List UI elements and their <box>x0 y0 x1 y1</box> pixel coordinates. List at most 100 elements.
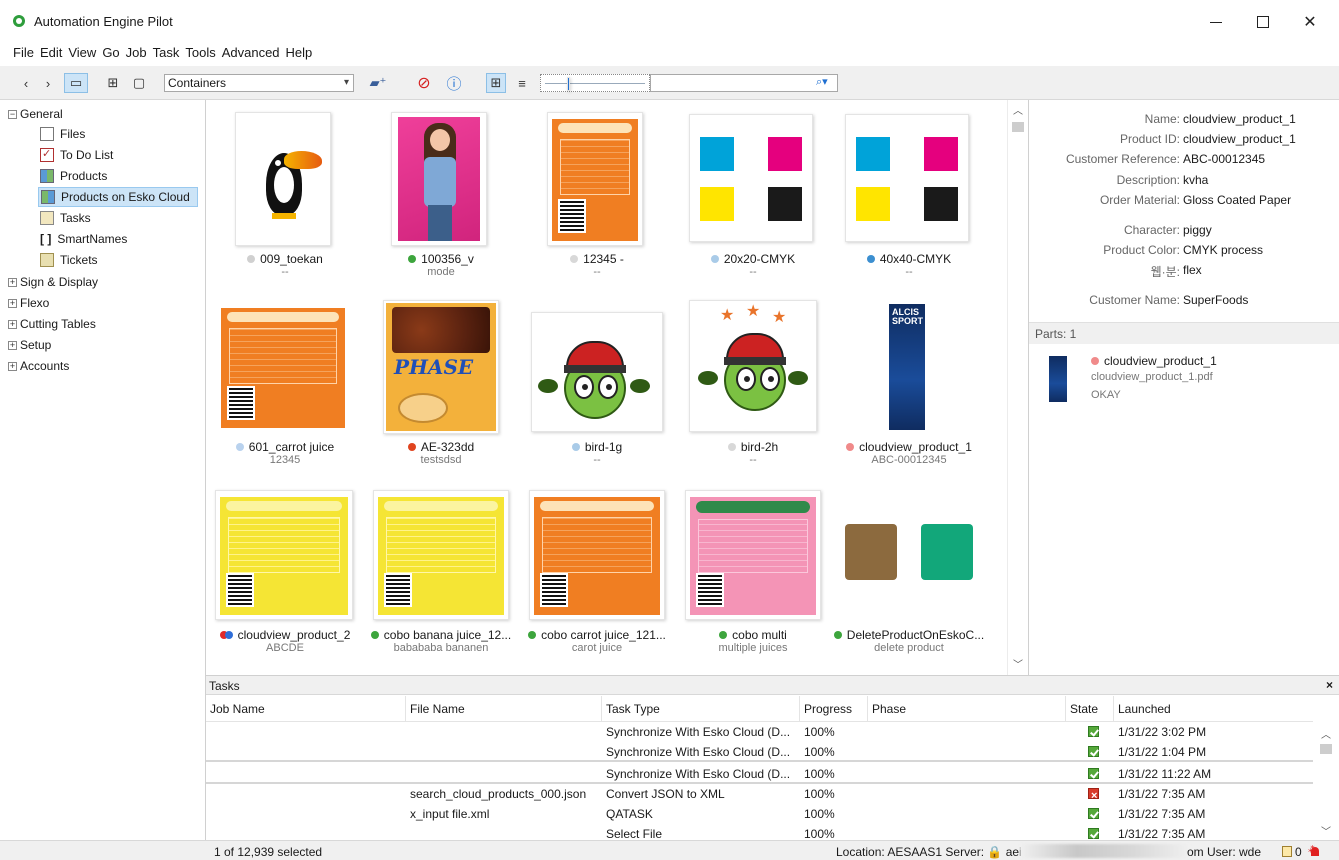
tasks-icon <box>40 211 54 225</box>
table-row[interactable]: Synchronize With Esko Cloud (D... 100% 1… <box>206 764 1313 784</box>
add-container-button[interactable]: ▰⁺ <box>364 73 392 93</box>
menu-advanced[interactable]: Advanced <box>219 44 283 64</box>
back-button[interactable]: ‹ <box>18 73 34 93</box>
cell-file-name <box>406 764 602 784</box>
column-header-phase[interactable]: Phase <box>868 696 1066 722</box>
product-card[interactable]: 100356_v mode <box>363 100 519 290</box>
table-row[interactable]: Synchronize With Esko Cloud (D... 100% 1… <box>206 742 1313 762</box>
table-row[interactable]: search_cloud_products_000.json Convert J… <box>206 784 1313 804</box>
list-view-button[interactable]: ≡ <box>512 73 532 93</box>
product-card[interactable]: PHASE AE-323dd testsdsd <box>363 288 519 478</box>
expand-icon[interactable]: + <box>8 319 17 329</box>
todo-count[interactable]: 0 <box>1282 845 1302 859</box>
cell-file-name: x_input file.xml <box>410 807 490 821</box>
scrollbar-thumb[interactable] <box>1012 122 1024 132</box>
status-dot <box>866 255 875 263</box>
close-button[interactable]: ✕ <box>1290 8 1330 36</box>
part-status: OKAY <box>1091 389 1121 401</box>
product-card[interactable]: cloudview_product_2 ABCDE <box>207 476 363 666</box>
product-card[interactable]: 009_toekan -- <box>207 100 363 290</box>
column-header-file-name[interactable]: File Name <box>406 696 602 722</box>
collapse-icon[interactable]: − <box>8 109 17 119</box>
table-row[interactable]: Select File 100% 1/31/22 7:35 AM <box>206 824 1313 840</box>
state-success-icon <box>1088 828 1099 839</box>
tree-node-tasks[interactable]: Tasks <box>40 208 91 228</box>
expand-icon[interactable]: + <box>8 277 17 287</box>
alarm-icon[interactable]: ⁂ <box>1308 844 1322 858</box>
product-card[interactable]: cobo carrot juice_121... carot juice <box>519 476 675 666</box>
expand-icon[interactable]: + <box>8 340 17 350</box>
menu-task[interactable]: Task <box>150 44 183 64</box>
tree-node-flexo[interactable]: + Flexo <box>8 293 49 313</box>
close-tasks-icon[interactable]: × <box>1326 678 1333 692</box>
grid-view-button[interactable]: ⊞ <box>486 73 506 93</box>
tree-node-setup[interactable]: + Setup <box>8 335 51 355</box>
product-card[interactable]: cobo multi multiple juices <box>675 476 831 666</box>
column-header-task-type[interactable]: Task Type <box>602 696 800 722</box>
tree-node-label: Products <box>60 169 108 183</box>
tree-node-products[interactable]: Products <box>40 166 107 186</box>
menu-view[interactable]: View <box>65 44 99 64</box>
panel-layout-button[interactable]: ▭ <box>64 73 88 93</box>
property-value: CMYK process <box>1183 243 1264 257</box>
slider-thumb[interactable] <box>567 77 570 91</box>
property-row: Customer Name: SuperFoods <box>1029 293 1339 311</box>
tasks-scrollbar[interactable]: ︿ ﹀ <box>1313 722 1339 840</box>
part-name[interactable]: cloudview_product_1 <box>1091 354 1217 368</box>
menu-go[interactable]: Go <box>99 44 122 64</box>
tree-node-tickets[interactable]: Tickets <box>40 250 98 270</box>
expand-icon[interactable]: + <box>8 361 17 371</box>
menu-edit[interactable]: Edit <box>37 44 65 64</box>
tree-node-general[interactable]: − General <box>8 104 63 124</box>
part-thumbnail[interactable] <box>1049 356 1067 402</box>
column-header-state[interactable]: State <box>1066 696 1114 722</box>
menu-file[interactable]: File <box>10 44 37 64</box>
tree-node-products-esko-cloud[interactable]: Products on Esko Cloud <box>38 187 198 207</box>
product-card[interactable]: bird-1g -- <box>519 288 675 478</box>
ticket-icon <box>40 253 54 267</box>
chevron-up-icon[interactable]: ︿ <box>1013 102 1023 117</box>
tree-node-accounts[interactable]: + Accounts <box>8 356 69 376</box>
status-dot <box>407 443 416 451</box>
column-header-progress[interactable]: Progress <box>800 696 868 722</box>
stop-button[interactable]: ⊘ <box>414 73 434 93</box>
thumbnail-size-slider[interactable] <box>540 74 650 92</box>
tree-node-cutting-tables[interactable]: + Cutting Tables <box>8 314 96 334</box>
chevron-up-icon[interactable]: ︿ <box>1321 726 1331 741</box>
product-card[interactable]: 40x40-CMYK -- <box>831 100 987 290</box>
forward-button[interactable]: › <box>40 73 56 93</box>
product-card[interactable]: DeleteProductOnEskoC... delete product <box>831 476 987 666</box>
product-card[interactable]: 601_carrot juice 12345 <box>207 288 363 478</box>
product-card[interactable]: cobo banana juice_12... babababa bananen <box>363 476 519 666</box>
search-icon[interactable]: ⌕▾ <box>816 75 828 89</box>
chevron-down-icon[interactable]: ﹀ <box>1013 656 1023 671</box>
menu-help[interactable]: Help <box>283 44 316 64</box>
tree-node-todo[interactable]: To Do List <box>40 145 113 165</box>
column-header-job-name[interactable]: Job Name <box>206 696 406 722</box>
cloud-products-icon <box>41 190 55 204</box>
tiles-layout-button[interactable]: ⊞ <box>102 73 124 93</box>
table-row[interactable]: x_input file.xml QATASK 100% 1/31/22 7:3… <box>206 804 1313 824</box>
product-card[interactable]: ★ ★ ★ bird-2h -- <box>675 288 831 478</box>
container-select[interactable]: Containers ▾ <box>164 74 354 92</box>
table-row[interactable]: Synchronize With Esko Cloud (D... 100% 1… <box>206 722 1313 742</box>
minimize-button[interactable] <box>1196 8 1236 36</box>
maximize-button[interactable] <box>1243 8 1283 36</box>
chevron-down-icon[interactable]: ﹀ <box>1321 823 1331 838</box>
column-header-launched[interactable]: Launched <box>1114 696 1313 722</box>
search-input[interactable] <box>650 74 838 92</box>
menu-job[interactable]: Job <box>123 44 150 64</box>
preview-layout-button[interactable]: ▢ <box>128 73 150 93</box>
product-card[interactable]: 12345 - -- <box>519 100 675 290</box>
info-button[interactable]: ⓘ <box>444 73 464 93</box>
menu-tools[interactable]: Tools <box>182 44 218 64</box>
toolbar: ‹ › ▭ ⊞ ▢ Containers ▾ ▰⁺ ⊘ ⓘ ⊞ ≡ ⌕▾ <box>0 66 1339 100</box>
product-card[interactable]: ALCIS SPORT cloudview_product_1 ABC-00012… <box>831 288 987 478</box>
grid-scrollbar[interactable]: ︿ ﹀ <box>1007 100 1027 675</box>
tree-node-smartnames[interactable]: [ ] SmartNames <box>40 229 127 249</box>
scrollbar-thumb[interactable] <box>1320 744 1332 754</box>
expand-icon[interactable]: + <box>8 298 17 308</box>
tree-node-sign-display[interactable]: + Sign & Display <box>8 272 98 292</box>
tree-node-files[interactable]: Files <box>40 124 85 144</box>
product-card[interactable]: 20x20-CMYK -- <box>675 100 831 290</box>
